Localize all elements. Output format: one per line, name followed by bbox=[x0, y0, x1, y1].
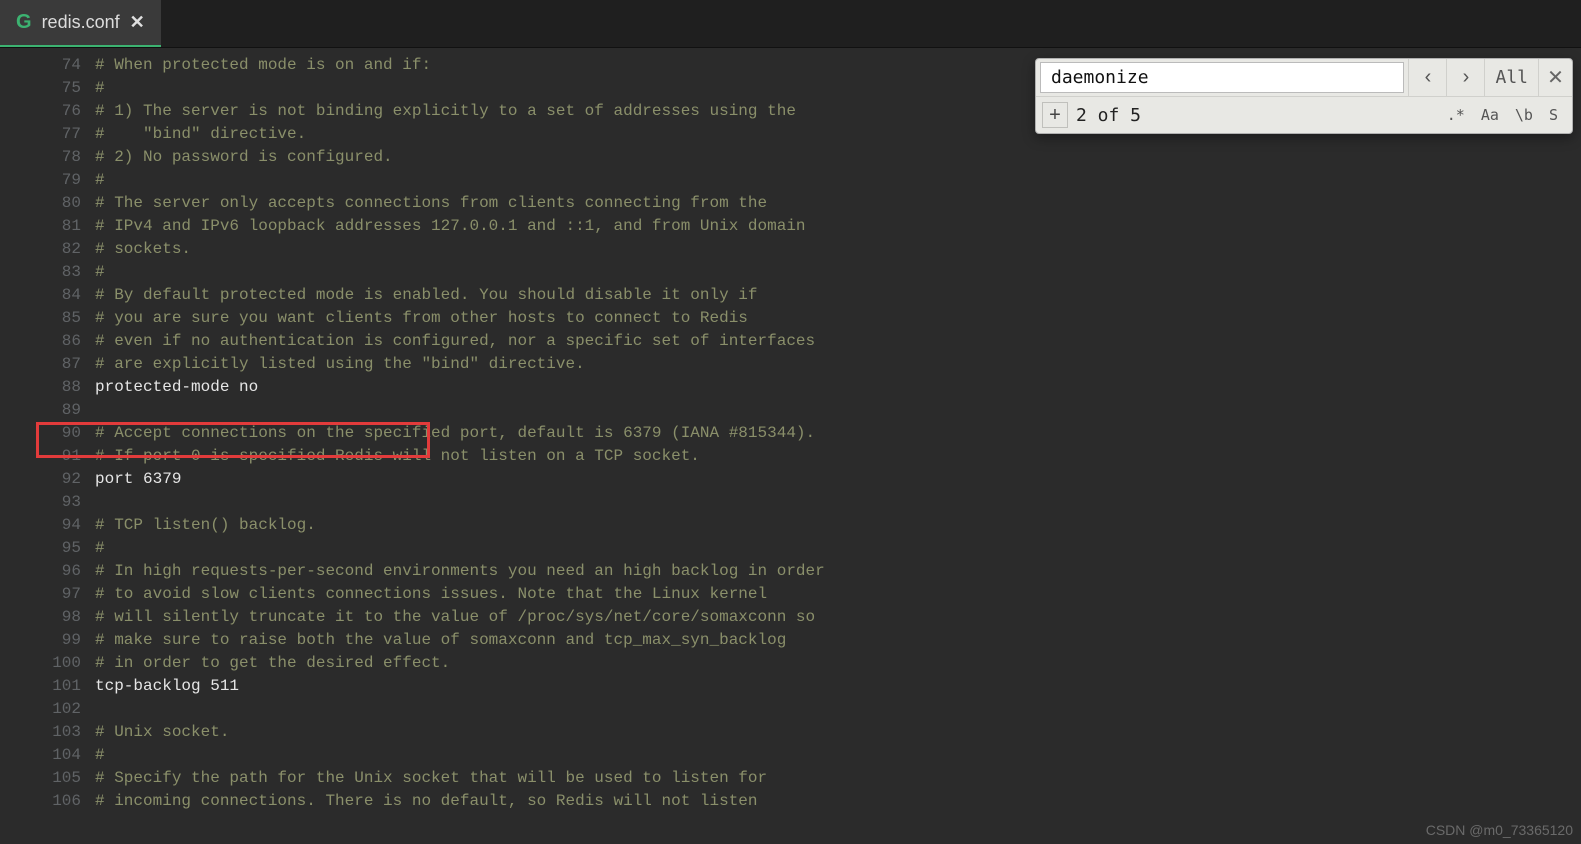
line-number: 99 bbox=[0, 629, 81, 652]
search-close-button[interactable]: ✕ bbox=[1538, 59, 1572, 96]
code-line[interactable]: # If port 0 is specified Redis will not … bbox=[95, 445, 1581, 468]
code-line[interactable]: # to avoid slow clients connections issu… bbox=[95, 583, 1581, 606]
line-number: 97 bbox=[0, 583, 81, 606]
code-line[interactable]: # will silently truncate it to the value… bbox=[95, 606, 1581, 629]
line-number: 80 bbox=[0, 192, 81, 215]
code-line[interactable]: # bbox=[95, 261, 1581, 284]
close-icon[interactable]: ✕ bbox=[130, 12, 145, 33]
line-number: 92 bbox=[0, 468, 81, 491]
search-expand-button[interactable]: + bbox=[1042, 102, 1068, 128]
code-line[interactable]: # Accept connections on the specified po… bbox=[95, 422, 1581, 445]
code-area[interactable]: # When protected mode is on and if:## 1)… bbox=[95, 48, 1581, 844]
line-number: 82 bbox=[0, 238, 81, 261]
line-number: 105 bbox=[0, 767, 81, 790]
line-number: 102 bbox=[0, 698, 81, 721]
line-number: 103 bbox=[0, 721, 81, 744]
word-toggle[interactable]: \b bbox=[1507, 101, 1541, 129]
editor-area[interactable]: 7475767778798081828384858687888990919293… bbox=[0, 48, 1581, 844]
code-line[interactable] bbox=[95, 698, 1581, 721]
code-line[interactable]: # are explicitly listed using the "bind"… bbox=[95, 353, 1581, 376]
line-number: 84 bbox=[0, 284, 81, 307]
chevron-right-icon: › bbox=[1463, 66, 1470, 89]
line-number: 83 bbox=[0, 261, 81, 284]
close-icon: ✕ bbox=[1547, 65, 1564, 90]
line-gutter: 7475767778798081828384858687888990919293… bbox=[0, 48, 95, 844]
code-line[interactable]: tcp-backlog 511 bbox=[95, 675, 1581, 698]
line-number: 94 bbox=[0, 514, 81, 537]
tab-filename: redis.conf bbox=[42, 12, 120, 33]
line-number: 86 bbox=[0, 330, 81, 353]
search-panel: ‹ › All ✕ + 2 of 5 .* Aa \b S bbox=[1035, 58, 1573, 134]
line-number: 77 bbox=[0, 123, 81, 146]
code-line[interactable]: # Unix socket. bbox=[95, 721, 1581, 744]
code-line[interactable]: # incoming connections. There is no defa… bbox=[95, 790, 1581, 813]
line-number: 98 bbox=[0, 606, 81, 629]
watermark: CSDN @m0_73365120 bbox=[1426, 822, 1573, 838]
code-line[interactable]: port 6379 bbox=[95, 468, 1581, 491]
line-number: 74 bbox=[0, 54, 81, 77]
code-line[interactable]: # bbox=[95, 744, 1581, 767]
line-number: 106 bbox=[0, 790, 81, 813]
search-next-button[interactable]: › bbox=[1446, 59, 1484, 96]
code-line[interactable]: # you are sure you want clients from oth… bbox=[95, 307, 1581, 330]
regex-toggle[interactable]: .* bbox=[1439, 101, 1473, 129]
code-line[interactable]: # in order to get the desired effect. bbox=[95, 652, 1581, 675]
search-input[interactable] bbox=[1040, 62, 1404, 93]
line-number: 100 bbox=[0, 652, 81, 675]
s-toggle[interactable]: S bbox=[1541, 101, 1566, 129]
match-count: 2 of 5 bbox=[1076, 105, 1439, 126]
code-line[interactable]: # bbox=[95, 537, 1581, 560]
code-line[interactable]: # 2) No password is configured. bbox=[95, 146, 1581, 169]
file-tab[interactable]: G redis.conf ✕ bbox=[0, 0, 161, 47]
line-number: 104 bbox=[0, 744, 81, 767]
line-number: 78 bbox=[0, 146, 81, 169]
git-icon: G bbox=[16, 11, 32, 34]
line-number: 75 bbox=[0, 77, 81, 100]
code-line[interactable]: protected-mode no bbox=[95, 376, 1581, 399]
code-line[interactable]: # bbox=[95, 169, 1581, 192]
plus-icon: + bbox=[1049, 104, 1061, 127]
line-number: 81 bbox=[0, 215, 81, 238]
line-number: 88 bbox=[0, 376, 81, 399]
line-number: 89 bbox=[0, 399, 81, 422]
code-line[interactable]: # Specify the path for the Unix socket t… bbox=[95, 767, 1581, 790]
code-line[interactable]: # In high requests-per-second environmen… bbox=[95, 560, 1581, 583]
code-line[interactable]: # IPv4 and IPv6 loopback addresses 127.0… bbox=[95, 215, 1581, 238]
code-line[interactable]: # TCP listen() backlog. bbox=[95, 514, 1581, 537]
line-number: 76 bbox=[0, 100, 81, 123]
case-toggle[interactable]: Aa bbox=[1473, 101, 1507, 129]
line-number: 95 bbox=[0, 537, 81, 560]
search-all-button[interactable]: All bbox=[1484, 59, 1538, 96]
search-prev-button[interactable]: ‹ bbox=[1408, 59, 1446, 96]
line-number: 87 bbox=[0, 353, 81, 376]
line-number: 93 bbox=[0, 491, 81, 514]
tab-bar: G redis.conf ✕ bbox=[0, 0, 1581, 48]
code-line[interactable]: # sockets. bbox=[95, 238, 1581, 261]
line-number: 90 bbox=[0, 422, 81, 445]
line-number: 101 bbox=[0, 675, 81, 698]
line-number: 91 bbox=[0, 445, 81, 468]
code-line[interactable]: # make sure to raise both the value of s… bbox=[95, 629, 1581, 652]
code-line[interactable] bbox=[95, 399, 1581, 422]
line-number: 79 bbox=[0, 169, 81, 192]
chevron-left-icon: ‹ bbox=[1425, 66, 1432, 89]
line-number: 96 bbox=[0, 560, 81, 583]
line-number: 85 bbox=[0, 307, 81, 330]
code-line[interactable]: # The server only accepts connections fr… bbox=[95, 192, 1581, 215]
code-line[interactable]: # even if no authentication is configure… bbox=[95, 330, 1581, 353]
code-line[interactable] bbox=[95, 491, 1581, 514]
code-line[interactable]: # By default protected mode is enabled. … bbox=[95, 284, 1581, 307]
